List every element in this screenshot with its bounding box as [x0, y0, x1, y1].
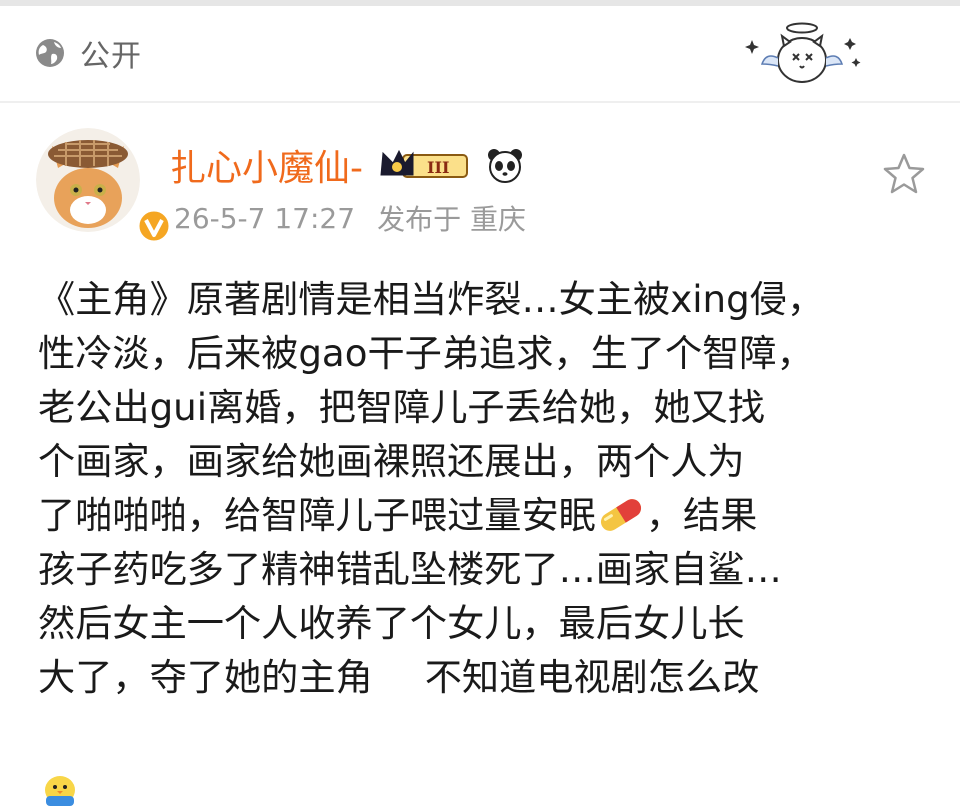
star-icon[interactable] — [880, 150, 928, 198]
cat-avatar-image — [36, 128, 140, 232]
post-line: 老公出gui离婚，把智障儿子丢给她，她又找 — [38, 385, 765, 429]
chick-emoji-icon — [45, 776, 75, 806]
avatar[interactable] — [36, 128, 172, 244]
post-line: 然后女主一个人收养了个女儿，最后女儿长 — [38, 601, 745, 645]
visibility-indicator[interactable]: 公开 — [34, 33, 142, 74]
post-line: 性冷淡，后来被gao干子弟追求，生了个智障， — [38, 331, 814, 375]
post-location: 发布于 重庆 — [377, 203, 526, 236]
post-line: 《主角》原著剧情是相当炸裂…女主被xing侵， — [38, 277, 825, 321]
post-line-part: 大了，夺了她的主角 — [38, 655, 373, 699]
post-line: 孩子药吃多了精神错乱坠楼死了…画家自鲨… — [38, 547, 782, 591]
post-line-part: 不知道电视剧怎么改 — [424, 655, 760, 699]
post-timestamp: 26-5-7 17:27 — [174, 201, 356, 235]
angel-cat-sticker — [745, 22, 861, 83]
post-line: 了啪啪啪，给智障儿子喂过量安眠 ，结果 — [38, 488, 944, 542]
verified-badge — [136, 208, 172, 244]
username[interactable]: 扎心小魔仙- — [170, 139, 363, 191]
post-line: 大了，夺了她的主角 不知道电视剧怎么改 — [38, 650, 944, 704]
visibility-label: 公开 — [80, 39, 142, 74]
post-text: 《主角》原著剧情是相当炸裂…女主被xing侵， 性冷淡，后来被gao干子弟追求，… — [38, 272, 944, 704]
post-line: 个画家，画家给她画裸照还展出，两个人为 — [38, 439, 745, 483]
post-meta: 26-5-7 17:27 发布于 重庆 — [174, 198, 526, 238]
header-divider — [0, 101, 960, 103]
top-strip — [0, 0, 960, 6]
crown-vip-badge[interactable]: III — [377, 145, 473, 185]
pill-emoji-icon — [600, 499, 641, 531]
post-line-part: 了啪啪啪，给智障儿子喂过量安眠 — [38, 493, 596, 537]
panda-icon — [488, 149, 522, 183]
username-row: 扎心小魔仙- III — [170, 140, 525, 190]
post-line-part: ，结果 — [645, 493, 758, 537]
globe-icon — [36, 39, 64, 67]
svg-text:III: III — [427, 158, 449, 177]
